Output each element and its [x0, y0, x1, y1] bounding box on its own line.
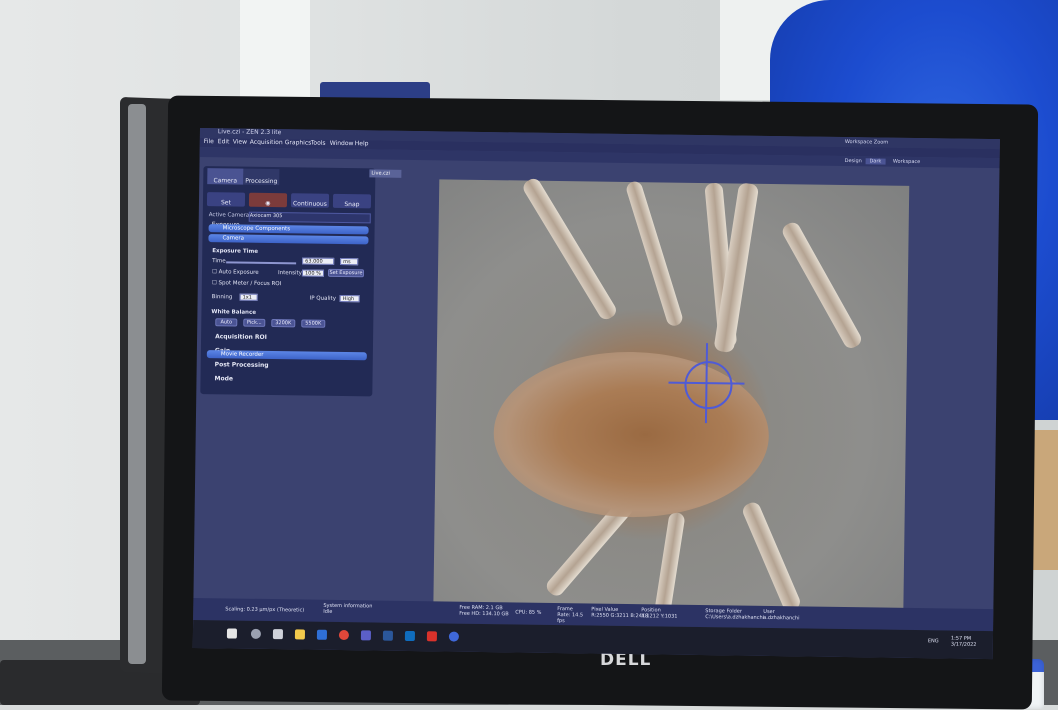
- free-hd: Free HD: 134.10 GB: [459, 610, 509, 618]
- set-exposure-small-button[interactable]: Set Exposure: [327, 268, 365, 278]
- menu-acquisition[interactable]: Acquisition: [250, 139, 283, 146]
- menu-window[interactable]: Window: [330, 140, 354, 147]
- spot-meter-label: Spot Meter / Focus ROI: [218, 280, 282, 288]
- mite-leg: [779, 219, 864, 351]
- task-view-icon[interactable]: [272, 629, 284, 640]
- tab-camera[interactable]: Camera: [207, 168, 244, 185]
- workspace-value: Workspace: [892, 158, 921, 166]
- menu-file[interactable]: File: [204, 138, 214, 145]
- cpu-status: CPU: 85 %: [515, 609, 542, 616]
- workspace-zoom-label: Workspace Zoom: [844, 139, 889, 146]
- window-light: [240, 0, 310, 110]
- storage-folder-path: C:\Users\a.dzhakhanchi: [705, 614, 765, 621]
- mite-leg: [624, 179, 685, 328]
- tab-processing[interactable]: Processing: [243, 168, 280, 186]
- menu-edit[interactable]: Edit: [218, 138, 230, 145]
- binning-select[interactable]: 1x1: [239, 293, 258, 301]
- design-label: Design: [844, 158, 862, 165]
- clock-date: 3/17/2022: [950, 641, 977, 648]
- pixel-value-status: Pixel Value R:2550 G:3211 B:2418: [591, 607, 648, 620]
- binning-label: Binning: [211, 294, 233, 301]
- search-icon[interactable]: [250, 628, 262, 639]
- spot-meter-checkbox[interactable]: ☐ Spot Meter / Focus ROI: [212, 280, 282, 287]
- user-status: User a.dzhakhanchi: [763, 609, 799, 622]
- auto-exposure-checkbox[interactable]: ☐ Auto Exposure: [212, 269, 259, 276]
- design-selector[interactable]: Design Dark Workspace: [845, 158, 921, 165]
- acrobat-icon[interactable]: [426, 631, 437, 642]
- outlook-icon[interactable]: [404, 630, 415, 642]
- ip-quality-select[interactable]: High: [339, 294, 360, 303]
- snap-button[interactable]: Snap: [332, 193, 372, 209]
- teams-icon[interactable]: [360, 630, 372, 641]
- menu-view[interactable]: View: [233, 138, 247, 145]
- active-camera-label: Active Camera: [208, 212, 250, 219]
- file-explorer-icon[interactable]: [294, 629, 306, 640]
- mail-icon[interactable]: [316, 629, 328, 640]
- position-status: Position X:1212 Y:1031: [641, 607, 677, 620]
- memory-status: Free RAM: 2.1 GB Free HD: 134.10 GB: [459, 605, 509, 618]
- system-information: System information Idle: [323, 603, 372, 616]
- word-icon[interactable]: [382, 630, 393, 641]
- section-mode[interactable]: Mode: [214, 375, 233, 382]
- mite-leg: [740, 500, 803, 613]
- microscope-image-mite: [433, 175, 910, 626]
- windows-start-icon[interactable]: [226, 628, 238, 639]
- storage-folder-status: Storage Folder C:\Users\a.dzhakhanchi: [705, 608, 764, 621]
- language-indicator[interactable]: ENG: [928, 638, 939, 644]
- user-value: a.dzhakhanchi: [763, 614, 800, 622]
- intensity-label: Intensity: [277, 270, 302, 277]
- position-xy: X:1212 Y:1031: [641, 613, 678, 620]
- zen-software-screen: Live.czi - ZEN 2.3 lite Workspace Zoom F…: [192, 128, 1000, 660]
- camera-panel: Camera Processing Set Exposure ◉ Continu…: [200, 166, 376, 397]
- intensity-input[interactable]: 100 %: [301, 269, 325, 277]
- set-exposure-button[interactable]: Set Exposure: [206, 192, 246, 229]
- second-monitor-edge: [128, 104, 146, 664]
- menu-graphics[interactable]: Graphics: [285, 139, 312, 146]
- live-button[interactable]: ◉: [248, 192, 288, 208]
- time-slider[interactable]: [226, 261, 297, 265]
- scaling-status: Scaling: 0.23 µm/px (Theoretic): [225, 606, 305, 614]
- chrome-icon[interactable]: [338, 629, 350, 641]
- exposure-time-title: Exposure Time: [212, 248, 258, 255]
- zen-app-icon[interactable]: [448, 631, 459, 642]
- section-post-processing[interactable]: Post Processing: [215, 361, 269, 369]
- time-label: Time: [212, 258, 226, 265]
- system-information-status: Idle: [323, 608, 333, 615]
- pixel-value-rgb: R:2550 G:3211 B:2418: [591, 612, 649, 620]
- ip-quality-label: IP Quality: [309, 295, 337, 302]
- frame-rate-status: Frame Rate: 14.5 fps: [557, 606, 584, 625]
- wb-3200k-button[interactable]: 3200K: [271, 319, 296, 328]
- design-value: Dark: [865, 158, 886, 165]
- menu-help[interactable]: Help: [355, 140, 369, 147]
- menu-tools[interactable]: Tools: [311, 140, 326, 147]
- active-camera-select[interactable]: Axiocam 305: [248, 211, 371, 224]
- document-tab-live[interactable]: Live.czi: [369, 169, 402, 178]
- camera-lens-icon: ◉: [265, 199, 271, 207]
- window-title: Live.czi - ZEN 2.3 lite: [217, 128, 282, 137]
- auto-exposure-label: Auto Exposure: [218, 269, 259, 276]
- section-acquisition-roi[interactable]: Acquisition ROI: [215, 333, 267, 341]
- time-unit-select[interactable]: ms: [340, 257, 359, 266]
- white-balance-title: White Balance: [211, 309, 257, 316]
- taskbar-clock[interactable]: 1:57 PM 3/17/2022: [951, 636, 977, 648]
- microscope-components-group[interactable]: Microscope Components: [208, 224, 369, 235]
- time-input[interactable]: 63.000: [302, 257, 335, 265]
- wb-pick-button[interactable]: Pick...: [243, 318, 266, 327]
- camera-group[interactable]: Camera: [208, 234, 369, 245]
- wb-5500k-button[interactable]: 5500K: [301, 319, 326, 328]
- mite-leg: [520, 175, 619, 323]
- wb-auto-button[interactable]: Auto: [215, 318, 238, 327]
- continuous-button[interactable]: Continuous: [290, 193, 330, 208]
